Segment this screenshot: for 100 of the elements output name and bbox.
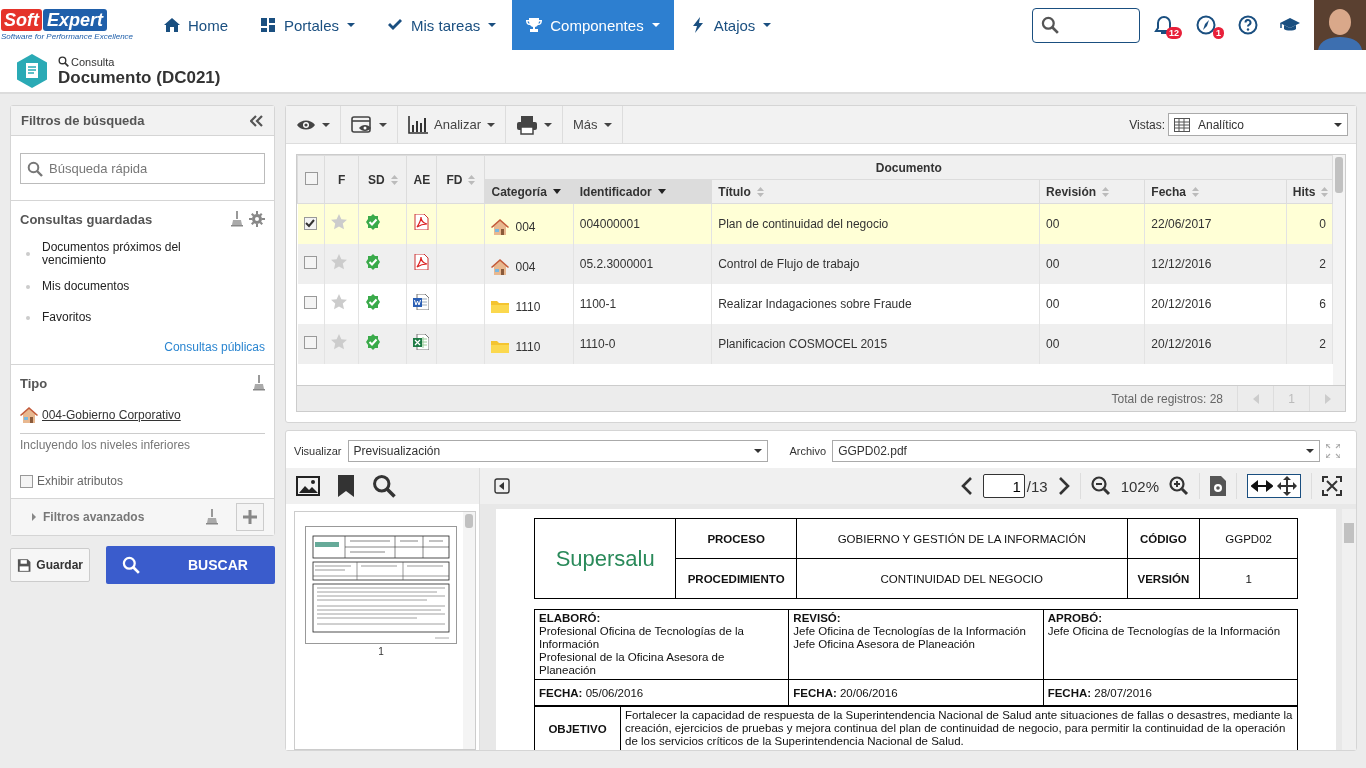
chevron-right-icon[interactable]	[1057, 477, 1070, 495]
table-cell: Realizar Indagaciones sobre Fraude	[711, 283, 1040, 324]
spreadsheet-file-icon[interactable]	[413, 334, 430, 350]
scrollbar[interactable]	[1342, 509, 1356, 750]
note-text: Incluyendo los niveles inferiores	[20, 438, 192, 452]
toolbar-menu-button[interactable]: Analizar	[398, 106, 506, 143]
grid-icon	[260, 17, 276, 33]
checkbox[interactable]	[303, 335, 317, 349]
verified-badge-icon	[365, 294, 382, 310]
caret-icon	[753, 449, 762, 453]
nav-link[interactable]: Atajos	[673, 0, 788, 50]
caret-icon	[347, 23, 356, 27]
search-button[interactable]: BUSCAR	[106, 546, 275, 584]
document-text: Profesional de la Oficina Asesora de Planeación	[539, 651, 726, 677]
document-text: Jefe Oficina Asesora de Planeación	[793, 638, 976, 651]
bookmark-icon[interactable]	[338, 475, 354, 497]
search-icon[interactable]	[372, 474, 396, 498]
checkbox[interactable]	[303, 295, 317, 309]
column-header[interactable]: Identificador	[573, 179, 712, 204]
move-icon[interactable]	[1277, 476, 1297, 496]
sidebar-toggle-icon[interactable]	[494, 478, 510, 494]
nav-link[interactable]: Home	[148, 0, 244, 50]
search-icon	[58, 56, 69, 67]
notification-badge: 12	[1166, 27, 1182, 39]
checkbox[interactable]	[303, 216, 317, 230]
checkbox[interactable]	[20, 474, 33, 488]
folder-icon	[491, 298, 510, 315]
table-cell: 20/12/2016	[1144, 323, 1287, 364]
broom-icon[interactable]	[231, 211, 243, 227]
view-dropdown[interactable]: Previsualización	[347, 440, 768, 462]
star-icon[interactable]	[331, 214, 348, 231]
saved-query-item[interactable]: Mis documentos	[42, 280, 130, 293]
collapse-icon[interactable]	[250, 114, 264, 127]
broom-icon[interactable]	[253, 375, 265, 391]
column-header[interactable]: FD	[436, 155, 485, 204]
scrollbar[interactable]	[463, 512, 475, 749]
avatar-icon[interactable]	[1314, 0, 1366, 50]
star-icon[interactable]	[331, 334, 348, 350]
table-row[interactable]: 004 05.2.3000001 Control de Flujo de trabajo 00 12/12/2016 2	[297, 243, 1333, 284]
column-header[interactable]: Fecha	[1144, 179, 1287, 204]
nav-link[interactable]: Componentes	[512, 0, 674, 50]
section-title: Consultas guardadas	[20, 211, 153, 227]
zoom-in-icon[interactable]	[1169, 476, 1189, 496]
image-icon[interactable]	[296, 476, 320, 496]
saved-query-item[interactable]: Documentos próximos del vencimiento	[42, 241, 202, 267]
table-row[interactable]: 004 004000001 Plan de continuidad del negocio 00 22/06/2017 0	[297, 203, 1333, 244]
broom-icon[interactable]	[206, 509, 218, 525]
column-header[interactable]: SD	[358, 155, 407, 204]
document-heading: REVISÓ:	[793, 612, 842, 625]
type-link[interactable]: 004-Gobierno Corporativo	[42, 408, 181, 422]
checkbox-label: Exhibir atributos	[37, 474, 124, 488]
nav-link[interactable]: Mis tareas	[371, 0, 513, 50]
pdf-file-icon[interactable]	[413, 254, 430, 270]
caret-icon	[379, 122, 387, 127]
help-icon[interactable]	[1238, 15, 1258, 35]
checkbox[interactable]	[304, 171, 318, 185]
bullet-icon	[26, 315, 30, 320]
scrollbar[interactable]	[1333, 155, 1345, 385]
table-row[interactable]: 1110 1100-1 Realizar Indagaciones sobre Fraude 00 20/12/2016 6	[297, 283, 1333, 324]
bar-chart-icon	[408, 115, 428, 134]
pdf-file-icon[interactable]	[413, 214, 430, 231]
settings-icon[interactable]	[249, 211, 265, 227]
table-cell: 1100-1	[573, 283, 712, 324]
star-icon[interactable]	[331, 294, 348, 310]
save-button[interactable]: Guardar	[10, 548, 90, 582]
add-button[interactable]	[236, 503, 264, 531]
expand-arrow-icon[interactable]	[31, 513, 37, 521]
table-row[interactable]: 1110 1110-0 Planificacion COSMOCEL 2015 00 20/12/2016 2	[297, 323, 1333, 364]
page-thumbnail[interactable]	[305, 526, 457, 644]
zoom-out-icon[interactable]	[1090, 476, 1111, 496]
document-cell: GGPD02	[1199, 518, 1298, 559]
column-header[interactable]: Revisión	[1039, 179, 1145, 204]
column-header[interactable]: Título	[711, 179, 1040, 204]
fit-page-icon[interactable]	[1322, 476, 1342, 496]
document-text: FECHA: 28/07/2016	[1043, 679, 1298, 706]
document-settings-icon[interactable]	[1210, 476, 1226, 496]
file-dropdown[interactable]: GGPD02.pdf	[832, 440, 1321, 462]
page-number: 1	[377, 646, 385, 657]
views-dropdown[interactable]: Analítico	[1168, 113, 1348, 136]
document-text: Profesional Oficina de Tecnologías de la Información	[539, 625, 745, 651]
checkbox[interactable]	[303, 255, 317, 269]
word-file-icon[interactable]	[413, 294, 430, 310]
sort-icon	[756, 186, 764, 197]
table-cell: 004000001	[573, 203, 712, 244]
compass-icon[interactable]	[1196, 15, 1216, 35]
toolbar-menu-button[interactable]: Más	[562, 106, 623, 143]
chevron-left-icon[interactable]	[960, 477, 973, 495]
document-icon	[16, 54, 48, 88]
table-cell: 12/12/2016	[1144, 243, 1287, 284]
section-title: Tipo	[20, 375, 48, 391]
page-input[interactable]: 1	[982, 474, 1025, 498]
saved-query-item[interactable]: Favoritos	[42, 311, 92, 324]
nav-link[interactable]: Portales	[244, 0, 372, 50]
logo[interactable]: Soft Expert Software for Performance Excellence	[0, 0, 148, 50]
public-queries-link[interactable]: Consultas públicas	[164, 340, 265, 354]
search-field[interactable]	[1032, 7, 1140, 43]
table-cell: 0	[1286, 203, 1333, 244]
search-field[interactable]: Búsqueda rápida	[20, 153, 265, 184]
star-icon[interactable]	[331, 254, 348, 270]
table-cell: 6	[1286, 283, 1333, 324]
